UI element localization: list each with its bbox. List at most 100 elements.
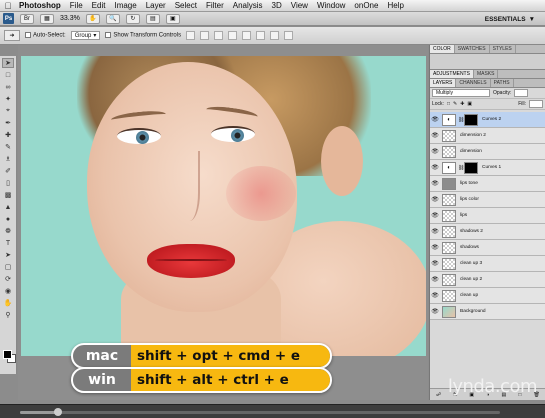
layer-row[interactable]: 👁 lips color [430, 192, 545, 208]
scrub-handle[interactable] [54, 408, 63, 416]
align-right-icon[interactable] [256, 31, 266, 40]
zoom-tool-icon[interactable]: 🔍 [105, 13, 120, 24]
align-left-icon[interactable] [228, 31, 238, 40]
screen-mode-icon[interactable]: ▣ [165, 13, 180, 24]
layer-thumbnail[interactable] [442, 289, 456, 302]
curves-adjustment-icon[interactable]: ◐ [442, 113, 456, 126]
menu-onone[interactable]: onOne [354, 1, 378, 10]
align-top-icon[interactable] [186, 31, 196, 40]
menu-view[interactable]: View [291, 1, 308, 10]
tab-masks[interactable]: MASKS [474, 70, 499, 78]
align-center-icon[interactable] [242, 31, 252, 40]
lock-position-icon[interactable]: ✚ [460, 101, 464, 107]
type-tool-icon[interactable]: T [2, 238, 14, 248]
tab-swatches[interactable]: SWATCHES [455, 45, 490, 53]
auto-select-dropdown[interactable]: Group ▾ [70, 31, 101, 40]
mask-link-icon[interactable]: ⛓ [458, 117, 464, 123]
layer-thumbnail[interactable] [442, 177, 456, 190]
layer-thumbnail[interactable] [442, 209, 456, 222]
visibility-eye-icon[interactable]: 👁 [430, 132, 440, 139]
move-tool-icon[interactable]: ➤ [2, 58, 14, 68]
lock-all-icon[interactable]: ▣ [467, 101, 472, 107]
layer-thumbnail[interactable] [442, 193, 456, 206]
arrange-documents-icon[interactable]: ▤ [145, 13, 160, 24]
distribute-icon[interactable] [270, 31, 280, 40]
layer-row[interactable]: 👁 dimension 2 [430, 128, 545, 144]
visibility-eye-icon[interactable]: 👁 [430, 308, 440, 315]
extras-icon[interactable]: ▦ [40, 13, 54, 24]
align-bottom-icon[interactable] [214, 31, 224, 40]
zoom-icon[interactable]: ⚲ [2, 310, 14, 320]
tab-styles[interactable]: STYLES [490, 45, 516, 53]
menu-window[interactable]: Window [317, 1, 345, 10]
link-layers-icon[interactable]: ☍ [436, 392, 441, 398]
lasso-tool-icon[interactable]: ∞ [2, 82, 14, 92]
3d-camera-icon[interactable]: ◉ [2, 286, 14, 296]
history-brush-icon[interactable]: ✐ [2, 166, 14, 176]
visibility-eye-icon[interactable]: 👁 [430, 228, 440, 235]
layer-row[interactable]: 👁 dimension [430, 144, 545, 160]
layer-row[interactable]: 👁 clean up 2 [430, 272, 545, 288]
layer-row[interactable]: 👁 Background [430, 304, 545, 320]
visibility-eye-icon[interactable]: 👁 [430, 212, 440, 219]
visibility-eye-icon[interactable]: 👁 [430, 116, 440, 123]
menu-file[interactable]: File [70, 1, 83, 10]
visibility-eye-icon[interactable]: 👁 [430, 180, 440, 187]
foreground-color-swatch[interactable] [3, 350, 12, 359]
brush-tool-icon[interactable]: ✎ [2, 142, 14, 152]
visibility-eye-icon[interactable]: 👁 [430, 292, 440, 299]
tab-paths[interactable]: PATHS [491, 79, 514, 87]
apple-icon[interactable]:  [3, 1, 13, 11]
layer-row[interactable]: 👁 clean up [430, 288, 545, 304]
marquee-tool-icon[interactable]: □ [2, 70, 14, 80]
rotate-view-icon[interactable]: ↻ [125, 13, 140, 24]
fill-field[interactable] [529, 100, 543, 108]
dodge-tool-icon[interactable]: ● [2, 214, 14, 224]
menu-select[interactable]: Select [175, 1, 197, 10]
shape-tool-icon[interactable]: ▢ [2, 262, 14, 272]
show-transform-checkbox[interactable]: Show Transform Controls [105, 32, 181, 39]
visibility-eye-icon[interactable]: 👁 [430, 244, 440, 251]
layer-row[interactable]: 👁 lips tone [430, 176, 545, 192]
layer-row[interactable]: 👁 shadows [430, 240, 545, 256]
move-tool-preset-icon[interactable]: ➜ [4, 30, 20, 41]
eraser-tool-icon[interactable]: ▯ [2, 178, 14, 188]
menu-app-name[interactable]: Photoshop [19, 1, 61, 10]
auto-align-icon[interactable] [284, 31, 294, 40]
layer-row[interactable]: 👁 ◐ ⛓ Curves 2 [430, 112, 545, 128]
layer-thumbnail[interactable] [442, 257, 456, 270]
pen-tool-icon[interactable]: ❁ [2, 226, 14, 236]
hand-tool-icon[interactable]: ✋ [85, 13, 100, 24]
tab-adjustments[interactable]: ADJUSTMENTS [430, 70, 474, 78]
blend-mode-dropdown[interactable]: Multiply [432, 89, 490, 97]
lock-brush-icon[interactable]: ✎ [453, 101, 457, 107]
crop-tool-icon[interactable]: ⌖ [2, 106, 14, 116]
quick-select-tool-icon[interactable]: ✦ [2, 94, 14, 104]
layer-mask-thumbnail[interactable] [464, 113, 478, 126]
bridge-icon[interactable]: Br [20, 13, 34, 24]
healing-brush-icon[interactable]: ✚ [2, 130, 14, 140]
layer-row[interactable]: 👁 shadows 2 [430, 224, 545, 240]
tab-layers[interactable]: LAYERS [430, 79, 457, 87]
3d-rotate-icon[interactable]: ⟳ [2, 274, 14, 284]
hand-icon[interactable]: ✋ [2, 298, 14, 308]
menu-layer[interactable]: Layer [146, 1, 166, 10]
mask-link-icon[interactable]: ⛓ [458, 165, 464, 171]
clone-stamp-icon[interactable]: ♗ [2, 154, 14, 164]
image-canvas[interactable] [21, 56, 426, 356]
scrub-track[interactable] [20, 411, 500, 414]
layer-thumbnail[interactable] [442, 241, 456, 254]
opacity-field[interactable] [514, 89, 529, 97]
menu-filter[interactable]: Filter [206, 1, 224, 10]
zoom-level[interactable]: 33.3% [60, 15, 80, 22]
blur-tool-icon[interactable]: ▲ [2, 202, 14, 212]
layer-thumbnail[interactable] [442, 145, 456, 158]
path-select-icon[interactable]: ➤ [2, 250, 14, 260]
layer-row[interactable]: 👁 ◐ ⛓ Curves 1 [430, 160, 545, 176]
visibility-eye-icon[interactable]: 👁 [430, 260, 440, 267]
menu-image[interactable]: Image [114, 1, 136, 10]
layer-thumbnail[interactable] [442, 129, 456, 142]
layer-thumbnail[interactable] [442, 305, 456, 318]
layer-thumbnail[interactable] [442, 273, 456, 286]
layer-row[interactable]: 👁 lips [430, 208, 545, 224]
